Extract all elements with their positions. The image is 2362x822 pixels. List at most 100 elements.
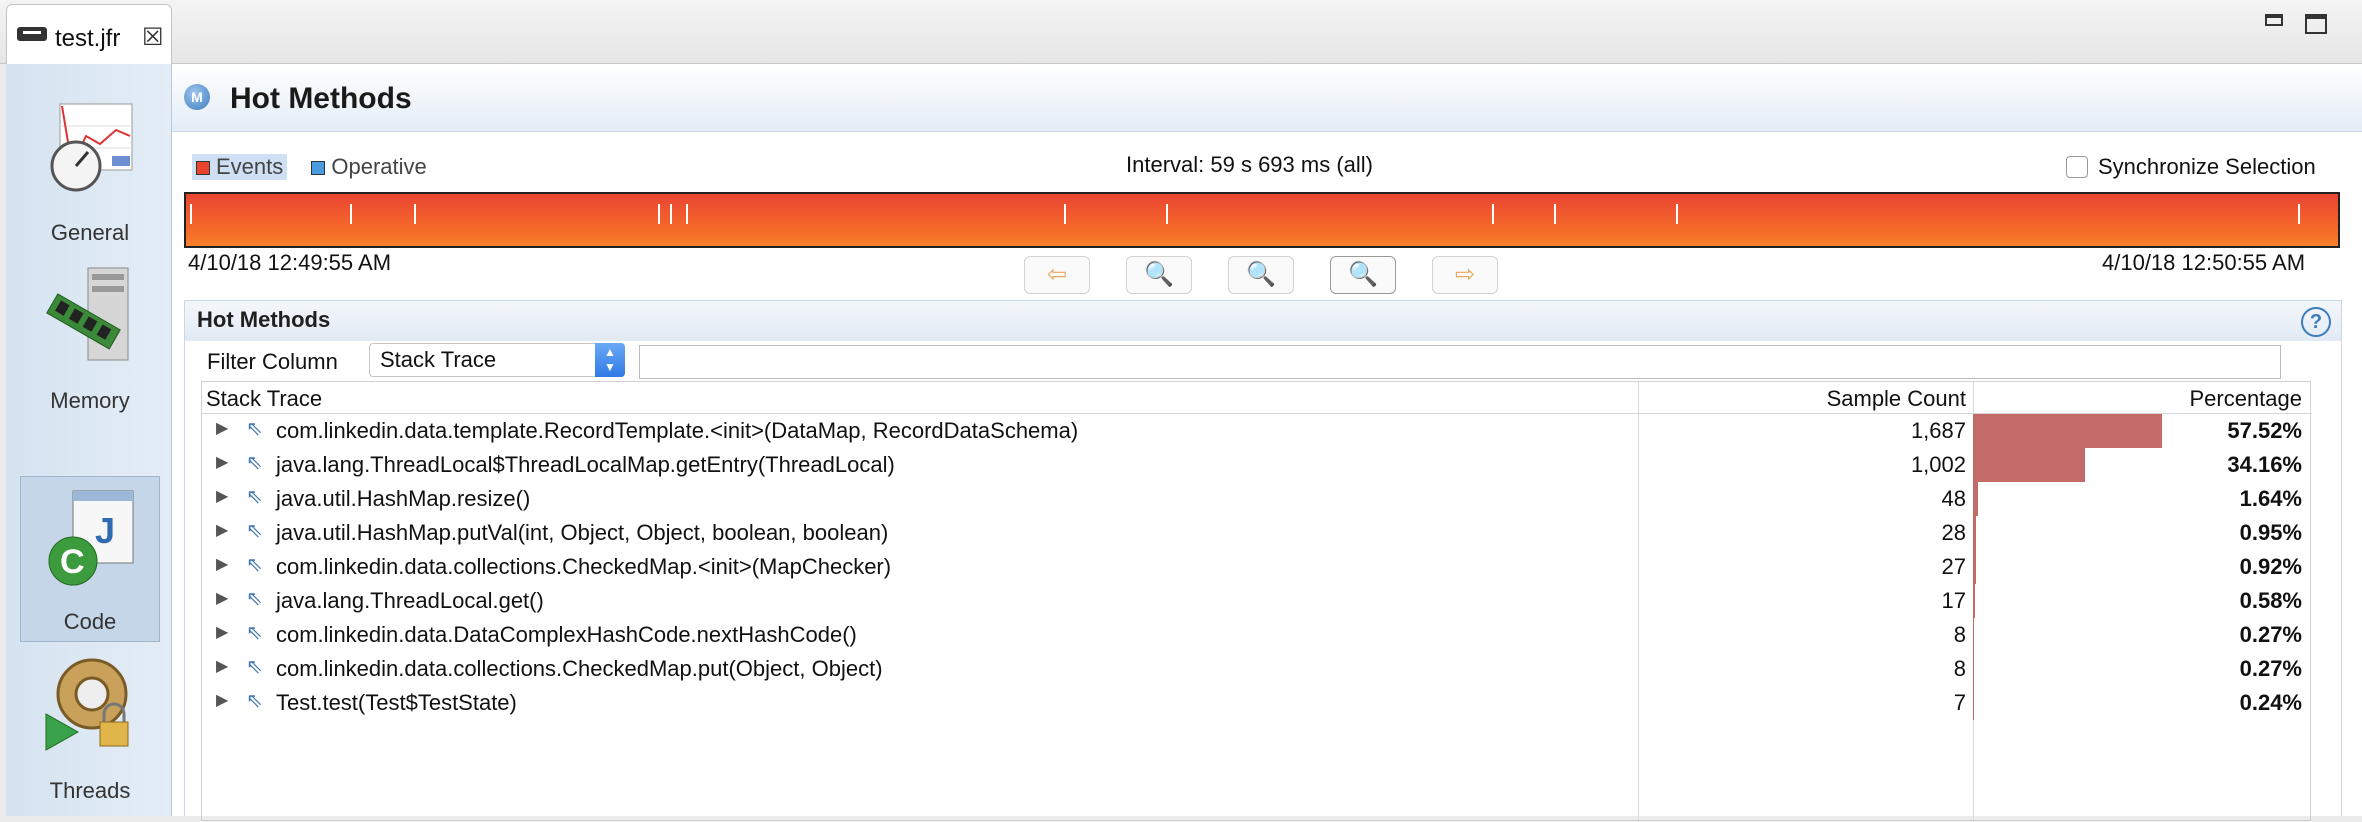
operative-swatch-icon <box>311 161 326 175</box>
editor-tab-bar: test.jfr ☒ <box>0 0 2362 66</box>
timeline-tick <box>658 204 660 224</box>
maximize-icon[interactable] <box>2305 14 2327 34</box>
stack-trace-cell: com.linkedin.data.DataComplexHashCode.ne… <box>276 622 857 647</box>
section-header: Hot Methods ? <box>185 301 2341 341</box>
method-icon: ⇖ <box>246 452 263 474</box>
expand-arrow-icon[interactable]: ▶ <box>216 656 228 676</box>
sample-count-cell: 17 <box>1941 588 1966 613</box>
column-header-sample-count[interactable]: Sample Count <box>1638 386 1966 412</box>
recording-file-icon <box>17 27 47 41</box>
main-page: M Hot Methods Events Operative Interval:… <box>172 64 2362 822</box>
zoom-out-selection-button[interactable]: 🔍 <box>1228 256 1294 294</box>
sidebar-item-label: Threads <box>49 778 131 803</box>
page-title: Hot Methods <box>230 82 412 115</box>
stack-trace-cell: java.util.HashMap.putVal(int, Object, Ob… <box>276 520 889 545</box>
stack-trace-cell: com.linkedin.data.collections.CheckedMap… <box>276 554 892 579</box>
method-icon: ⇖ <box>246 690 263 712</box>
table-row[interactable]: ▶ ⇖ Test.test(Test$TestState) 7 0.24% <box>202 686 2312 720</box>
sample-count-cell: 8 <box>1953 622 1966 647</box>
file-tab[interactable]: test.jfr ☒ <box>6 4 172 66</box>
interval-label: Interval: 59 s 693 ms (all) <box>1126 152 1373 177</box>
legend-item-events[interactable]: Events <box>192 154 288 180</box>
legend-label: Operative <box>331 154 427 179</box>
sample-count-cell: 1,002 <box>1910 452 1966 477</box>
sidebar-item-general[interactable]: General <box>20 86 160 252</box>
sample-count-cell: 7 <box>1953 690 1966 715</box>
filter-text-input[interactable] <box>639 345 2281 379</box>
scroll-back-button[interactable]: ⇦ <box>1024 256 1090 294</box>
method-icon: ⇖ <box>246 418 263 440</box>
sidebar-item-memory[interactable]: Memory <box>20 254 160 420</box>
expand-arrow-icon[interactable]: ▶ <box>216 486 228 506</box>
stack-trace-cell: java.util.HashMap.resize() <box>276 486 531 511</box>
close-tab-icon[interactable]: ☒ <box>142 23 164 52</box>
filter-column-label: Filter Column <box>207 349 338 374</box>
sample-count-cell: 28 <box>1941 520 1966 545</box>
method-icon: ⇖ <box>246 622 263 644</box>
table-row[interactable]: ▶ ⇖ java.lang.ThreadLocal$ThreadLocalMap.g… <box>202 448 2312 482</box>
percentage-cell: 0.58% <box>2239 588 2302 613</box>
sample-count-cell: 1,687 <box>1910 418 1966 443</box>
timeline-tick <box>1166 204 1168 224</box>
table-header: Stack Trace Sample Count Percentage <box>202 382 2312 414</box>
synchronize-selection-checkbox[interactable]: Synchronize Selection <box>2066 154 2316 180</box>
percentage-cell: 1.64% <box>2239 486 2302 511</box>
checkbox-icon[interactable] <box>2066 156 2088 178</box>
percentage-cell: 0.24% <box>2239 690 2302 715</box>
timeline-tick <box>1676 204 1678 224</box>
section-title: Hot Methods <box>197 307 331 332</box>
synchronize-selection-label: Synchronize Selection <box>2098 154 2316 179</box>
minimize-icon[interactable] <box>2265 14 2283 26</box>
expand-arrow-icon[interactable]: ▶ <box>216 690 228 710</box>
timeline-tick <box>350 204 352 224</box>
percentage-cell: 34.16% <box>2227 452 2302 477</box>
table-row[interactable]: ▶ ⇖ java.util.HashMap.resize() 48 1.64% <box>202 482 2312 516</box>
method-icon: ⇖ <box>246 554 263 576</box>
expand-arrow-icon[interactable]: ▶ <box>216 418 228 438</box>
memory-chip-icon <box>46 267 129 361</box>
percentage-cell: 0.27% <box>2239 622 2302 647</box>
page-header: M Hot Methods <box>172 64 2362 132</box>
table-row[interactable]: ▶ ⇖ java.util.HashMap.putVal(int, Object, … <box>202 516 2312 550</box>
stack-trace-cell: java.lang.ThreadLocal$ThreadLocalMap.get… <box>276 452 895 477</box>
timeline-bar[interactable] <box>184 192 2340 248</box>
svg-text:J: J <box>95 510 115 551</box>
timeline-legend: Events Operative <box>192 154 445 180</box>
sidebar-item-code[interactable]: J C Code <box>20 476 160 642</box>
method-icon: ⇖ <box>246 588 263 610</box>
expand-arrow-icon[interactable]: ▶ <box>216 520 228 540</box>
sample-count-cell: 27 <box>1941 554 1966 579</box>
stack-trace-cell: com.linkedin.data.collections.CheckedMap… <box>276 656 883 681</box>
sidebar-item-label: General <box>50 220 130 245</box>
sample-count-cell: 8 <box>1953 656 1966 681</box>
table-row[interactable]: ▶ ⇖ com.linkedin.data.collections.CheckedM… <box>202 652 2312 686</box>
zoom-out-button[interactable]: 🔍 <box>1126 256 1192 294</box>
table-row[interactable]: ▶ ⇖ com.linkedin.data.DataComplexHashCode.… <box>202 618 2312 652</box>
column-header-stack-trace[interactable]: Stack Trace <box>206 386 322 412</box>
timeline-tick <box>1492 204 1494 224</box>
method-icon: ⇖ <box>246 520 263 542</box>
expand-arrow-icon[interactable]: ▶ <box>216 588 228 608</box>
timeline-tick <box>686 204 688 224</box>
method-icon: ⇖ <box>246 656 263 678</box>
legend-item-operative[interactable]: Operative <box>307 154 430 180</box>
timeline-tick <box>2298 204 2300 224</box>
expand-arrow-icon[interactable]: ▶ <box>216 622 228 642</box>
sidebar-item-threads[interactable]: Threads <box>20 644 160 810</box>
percentage-cell: 57.52% <box>2227 418 2302 443</box>
filter-column-select[interactable]: Stack Trace ▲ ▼ <box>369 343 625 377</box>
timeline-end-time: 4/10/18 12:50:55 AM <box>2102 250 2306 275</box>
filter-column-value: Stack Trace <box>380 347 497 372</box>
timeline-tick <box>1554 204 1556 224</box>
table-row[interactable]: ▶ ⇖ com.linkedin.data.template.RecordTempl… <box>202 414 2312 448</box>
help-icon[interactable]: ? <box>2301 307 2331 337</box>
expand-arrow-icon[interactable]: ▶ <box>216 554 228 574</box>
file-tab-label: test.jfr <box>55 25 121 52</box>
column-header-percentage[interactable]: Percentage <box>1974 386 2302 412</box>
table-row[interactable]: ▶ ⇖ java.lang.ThreadLocal.get() 17 0.58% <box>202 584 2312 618</box>
zoom-in-button[interactable]: 🔍 <box>1330 256 1396 294</box>
percentage-cell: 0.92% <box>2239 554 2302 579</box>
expand-arrow-icon[interactable]: ▶ <box>216 452 228 472</box>
table-row[interactable]: ▶ ⇖ com.linkedin.data.collections.CheckedM… <box>202 550 2312 584</box>
scroll-forward-button[interactable]: ⇨ <box>1432 256 1498 294</box>
